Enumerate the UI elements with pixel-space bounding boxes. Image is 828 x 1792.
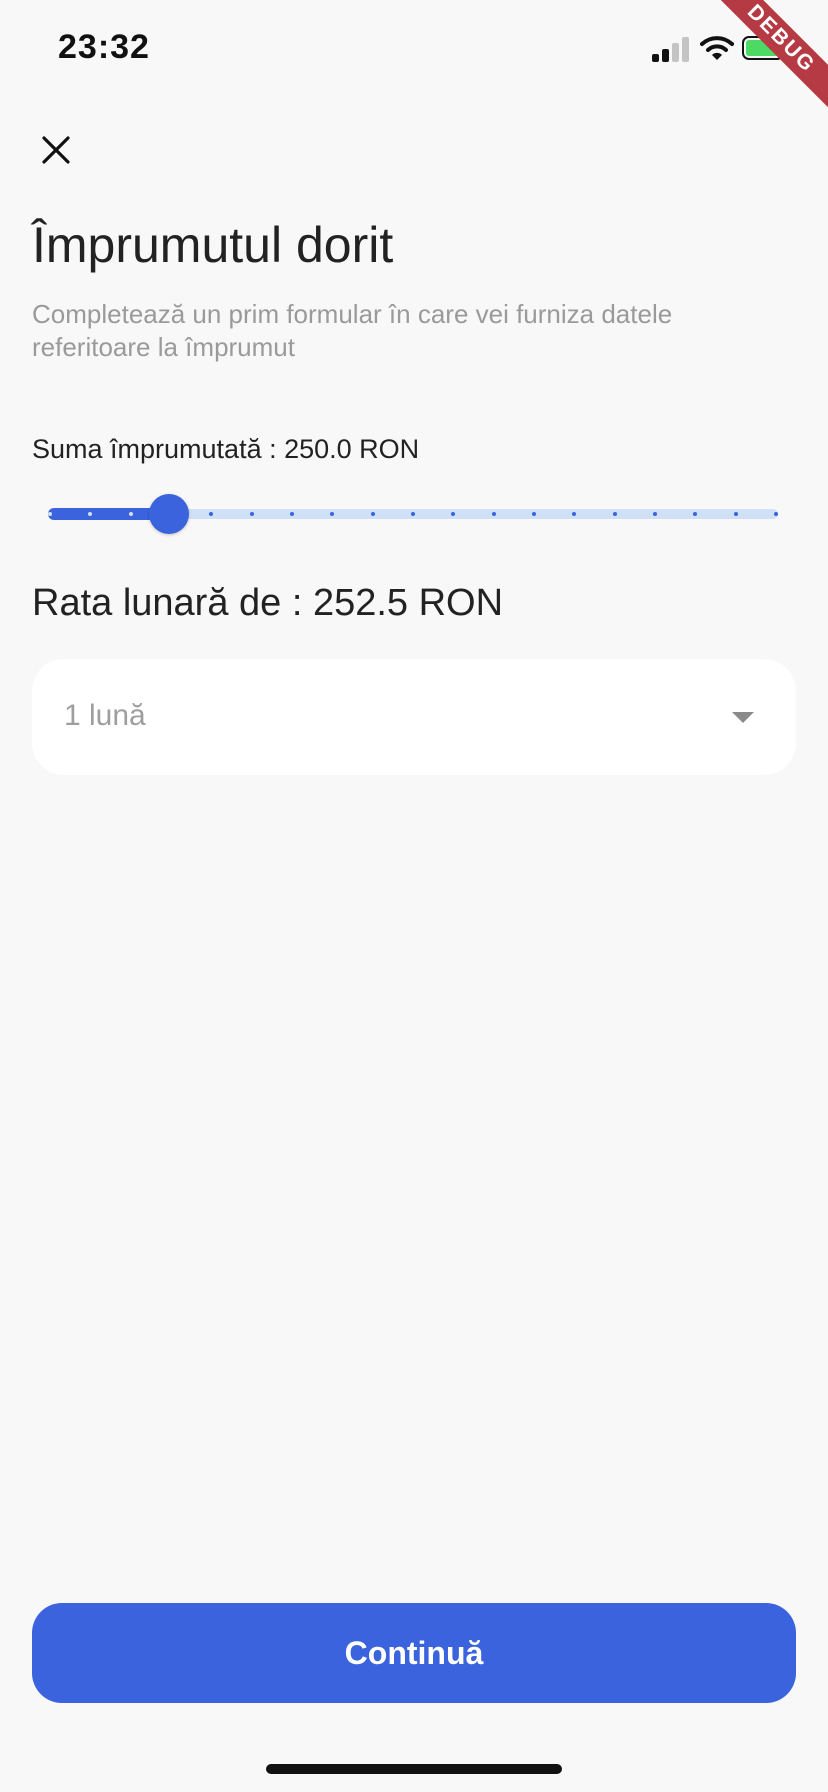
loan-term-value: 1 lună <box>64 699 146 732</box>
cellular-signal-icon <box>652 36 692 62</box>
slider-tick <box>128 512 133 516</box>
loan-term-dropdown[interactable]: 1 lună <box>32 659 796 775</box>
loan-amount-slider[interactable] <box>48 492 778 536</box>
slider-tick <box>532 512 536 516</box>
monthly-rate-label: Rata lunară de : 252.5 RON <box>32 582 504 624</box>
slider-thumb[interactable] <box>149 494 190 534</box>
continue-button[interactable]: Continuă <box>32 1603 796 1703</box>
loan-amount-label: Suma împrumutată : 250.0 RON <box>32 434 420 464</box>
page-subtitle: Completează un prim formular în care vei… <box>32 299 673 362</box>
status-bar: 23:32 <box>0 0 828 100</box>
page-title: Împrumutul dorit <box>32 217 394 273</box>
slider-tick <box>612 512 617 516</box>
slider-tick <box>48 512 52 516</box>
slider-tick <box>249 512 254 516</box>
slider-tick <box>290 512 294 516</box>
slider-tick <box>653 512 657 516</box>
slider-tick <box>774 512 778 516</box>
slider-tick <box>370 512 375 516</box>
home-indicator <box>266 1764 562 1774</box>
slider-tick <box>491 512 496 516</box>
caret-down-icon <box>732 712 754 723</box>
wifi-icon <box>700 34 734 62</box>
status-time: 23:32 <box>58 28 150 66</box>
slider-tick <box>411 512 415 516</box>
close-button[interactable] <box>32 128 80 176</box>
close-icon <box>41 135 71 170</box>
slider-tick <box>733 512 738 516</box>
